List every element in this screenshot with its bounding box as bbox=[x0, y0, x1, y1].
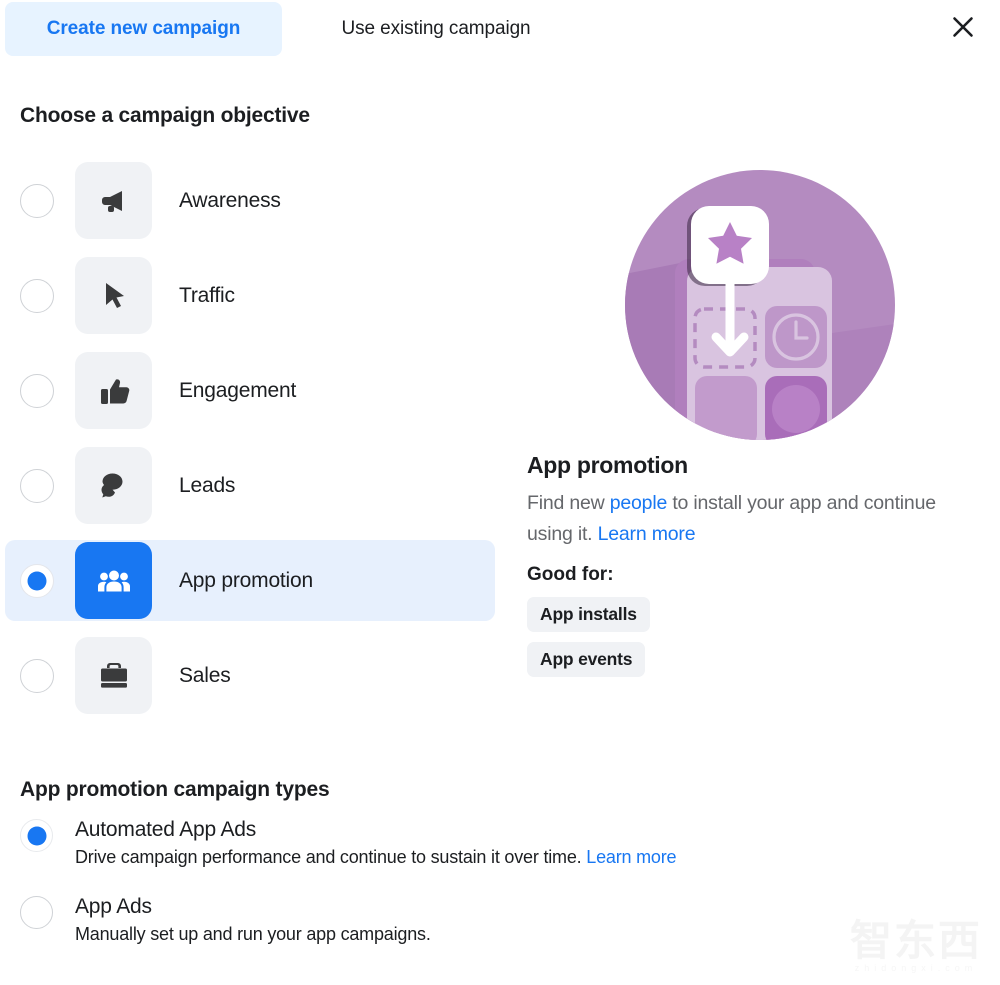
objective-label-engagement: Engagement bbox=[179, 378, 297, 402]
learn-more-link[interactable]: Learn more bbox=[598, 523, 696, 545]
tab-use-existing-campaign-label: Use existing campaign bbox=[341, 18, 531, 39]
people-link[interactable]: people bbox=[610, 492, 668, 514]
objective-icon-tile-app-promotion bbox=[75, 542, 152, 619]
good-for-label: Good for: bbox=[527, 564, 614, 585]
objective-radio-app-promotion[interactable] bbox=[20, 563, 54, 598]
campaign-type-radio-automated-app-ads[interactable] bbox=[20, 819, 53, 852]
objective-list: Awareness Traffic Engagement Leads App p… bbox=[0, 160, 500, 730]
info-desc-part1: Find new bbox=[527, 492, 610, 514]
campaign-type-label-automated-app-ads: Automated App Ads bbox=[75, 818, 257, 841]
badge-app-events: App events bbox=[527, 642, 646, 677]
objective-row-sales[interactable]: Sales bbox=[5, 635, 495, 716]
campaign-type-label-app-ads: App Ads bbox=[75, 895, 152, 918]
people-icon bbox=[95, 562, 133, 600]
objective-label-traffic: Traffic bbox=[179, 283, 235, 307]
campaign-type-desc-app-ads: Manually set up and run your app campaig… bbox=[75, 924, 431, 944]
campaign-type-row-app-ads[interactable]: App Ads Manually set up and run your app… bbox=[20, 895, 920, 945]
tab-create-new-campaign-label: Create new campaign bbox=[46, 18, 241, 39]
cursor-icon bbox=[97, 279, 131, 313]
objective-radio-awareness[interactable] bbox=[20, 183, 54, 218]
info-panel-description: Find new people to install your app and … bbox=[527, 488, 957, 550]
campaign-type-learn-more-link-0[interactable]: Learn more bbox=[586, 847, 676, 867]
briefcase-icon bbox=[97, 659, 131, 693]
objective-radio-traffic[interactable] bbox=[20, 278, 54, 313]
objective-section-title: Choose a campaign objective bbox=[20, 104, 310, 127]
app-promotion-illustration bbox=[625, 164, 895, 446]
objective-row-leads[interactable]: Leads bbox=[5, 445, 495, 526]
campaign-types-list: Automated App Ads Drive campaign perform… bbox=[20, 818, 920, 972]
objective-radio-leads[interactable] bbox=[20, 468, 54, 503]
objective-row-app-promotion[interactable]: App promotion bbox=[5, 540, 495, 621]
objective-icon-tile-awareness bbox=[75, 162, 152, 239]
badge-app-installs: App installs bbox=[527, 597, 650, 632]
campaign-type-row-automated-app-ads[interactable]: Automated App Ads Drive campaign perform… bbox=[20, 818, 920, 868]
objective-row-engagement[interactable]: Engagement bbox=[5, 350, 495, 431]
info-panel-title: App promotion bbox=[527, 452, 688, 478]
dialog-tabbar: Create new campaign Use existing campaig… bbox=[0, 0, 1000, 58]
objective-label-leads: Leads bbox=[179, 473, 236, 497]
thumbs-up-icon bbox=[96, 373, 132, 409]
watermark-subtext: zhidongxi.com bbox=[854, 963, 978, 973]
objective-row-traffic[interactable]: Traffic bbox=[5, 255, 495, 336]
objective-label-app-promotion: App promotion bbox=[179, 568, 313, 592]
objective-icon-tile-engagement bbox=[75, 352, 152, 429]
watermark: 智东西 zhidongxi.com bbox=[850, 920, 982, 973]
objective-label-sales: Sales bbox=[179, 663, 231, 687]
objective-label-awareness: Awareness bbox=[179, 188, 281, 212]
objective-radio-sales[interactable] bbox=[20, 658, 54, 693]
campaign-type-desc-text-0: Drive campaign performance and continue … bbox=[75, 847, 587, 867]
objective-radio-engagement[interactable] bbox=[20, 373, 54, 408]
chat-bubbles-icon bbox=[96, 468, 132, 504]
watermark-text: 智东西 bbox=[849, 917, 982, 964]
tab-create-new-campaign[interactable]: Create new campaign bbox=[5, 2, 282, 56]
good-for-badges: App installs App events bbox=[527, 597, 957, 687]
objective-info-panel: App promotion Find new people to install… bbox=[527, 452, 957, 687]
close-icon bbox=[950, 14, 976, 45]
campaign-type-desc-automated-app-ads: Drive campaign performance and continue … bbox=[75, 847, 677, 868]
objective-icon-tile-sales bbox=[75, 637, 152, 714]
tab-use-existing-campaign[interactable]: Use existing campaign bbox=[296, 2, 576, 56]
close-button[interactable] bbox=[946, 12, 980, 46]
campaign-types-title: App promotion campaign types bbox=[20, 778, 330, 801]
objective-icon-tile-traffic bbox=[75, 257, 152, 334]
campaign-type-radio-app-ads[interactable] bbox=[20, 896, 53, 929]
megaphone-icon bbox=[96, 183, 132, 219]
campaign-objective-dialog: Create new campaign Use existing campaig… bbox=[0, 0, 1000, 985]
objective-icon-tile-leads bbox=[75, 447, 152, 524]
objective-row-awareness[interactable]: Awareness bbox=[5, 160, 495, 241]
